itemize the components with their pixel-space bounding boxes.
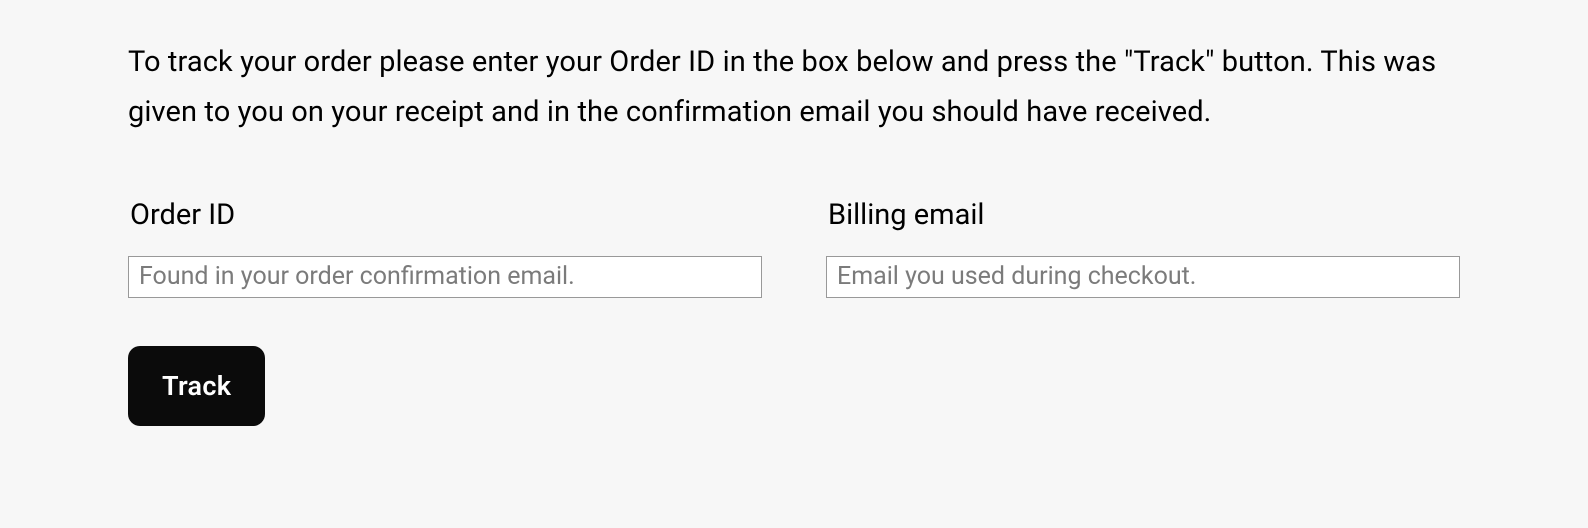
form-fields: Order ID Billing email [128,198,1460,298]
order-id-input[interactable] [128,256,762,298]
billing-email-field-group: Billing email [826,198,1460,298]
billing-email-label: Billing email [826,198,1460,232]
billing-email-input[interactable] [826,256,1460,298]
order-id-field-group: Order ID [128,198,762,298]
track-button[interactable]: Track [128,346,265,426]
order-id-label: Order ID [128,198,762,232]
intro-text: To track your order please enter your Or… [128,38,1460,138]
